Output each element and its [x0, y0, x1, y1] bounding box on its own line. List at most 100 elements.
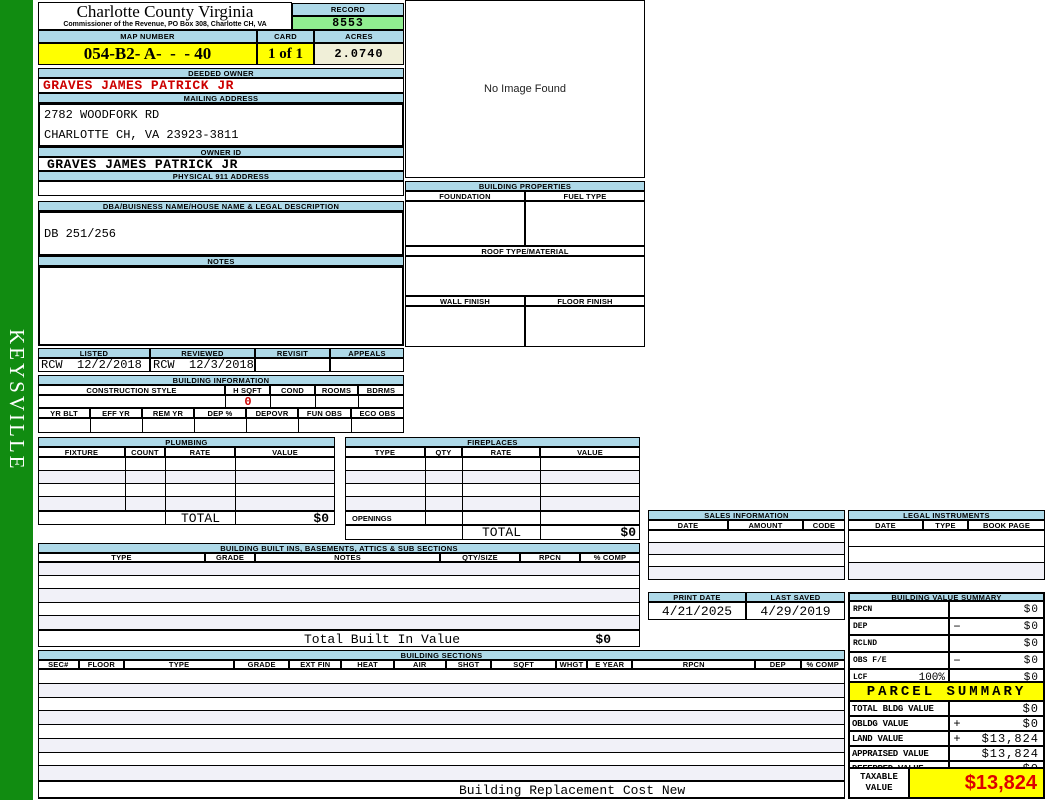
empty-row: [649, 567, 844, 580]
empty-row: [39, 471, 334, 485]
last-saved-header: LAST SAVED: [746, 592, 845, 602]
built-ins-comp-header: % COMP: [580, 553, 640, 562]
bsec-dep-header: DEP: [755, 660, 801, 669]
built-ins-body: [38, 562, 640, 630]
empty-row: [39, 576, 639, 590]
print-date-value: 4/21/2025: [648, 602, 746, 620]
empty-cell: [346, 526, 463, 539]
listed-value: RCW 12/2/2018: [38, 358, 150, 372]
fireplaces-total-row: TOTAL $0: [345, 525, 640, 540]
fireplaces-qty-header: QTY: [425, 447, 462, 457]
rooms-value: [316, 396, 359, 407]
county-name: Charlotte County Virginia: [76, 2, 254, 21]
bvs-rclnd-op: [950, 636, 964, 651]
listed-header: LISTED: [38, 348, 150, 358]
construction-style-value: [39, 396, 226, 407]
building-sections-column-headers: SEC# FLOOR TYPE GRADE EXT FIN HEAT AIR S…: [38, 660, 845, 669]
bsec-heat-header: HEAT: [341, 660, 394, 669]
construction-style-header: CONSTRUCTION STYLE: [38, 385, 225, 395]
plumbing-total-value: $0: [313, 510, 329, 526]
building-sections-footer-row: Building Replacement Cost New: [38, 781, 845, 799]
reviewed-value: RCW 12/3/2018: [150, 358, 255, 372]
empty-cell: [463, 512, 541, 524]
mailing-address-line2: CHARLOTTE CH, VA 23923-3811: [44, 128, 239, 142]
wall-finish-header: WALL FINISH: [405, 296, 525, 306]
commissioner-line: Commissioner of the Revenue, PO Box 308,…: [63, 21, 267, 28]
empty-row: [849, 531, 1044, 548]
empty-cell: [143, 419, 195, 432]
plumbing-total-label: TOTAL: [166, 511, 236, 526]
fireplaces-openings-label: OPENINGS: [346, 512, 426, 524]
physical-address-box: [38, 181, 404, 196]
ps-land-value: $13,824: [981, 731, 1039, 746]
built-ins-grade-header: GRADE: [205, 553, 255, 562]
ps-total-bldg-value: $0: [1022, 701, 1039, 716]
dep-pct-header: DEP %: [194, 408, 246, 418]
fuel-type-value: [525, 201, 645, 246]
sales-date-header: DATE: [648, 520, 728, 530]
ps-obldg-op: +: [953, 716, 961, 731]
district-label: KEYSVILLE: [5, 328, 29, 472]
plumbing-count-header: COUNT: [125, 447, 165, 457]
bsec-rpcn-header: RPCN: [632, 660, 756, 669]
ps-appraised-value: $13,824: [981, 746, 1039, 761]
fireplaces-total-value: $0: [620, 525, 636, 540]
floor-finish-header: FLOOR FINISH: [525, 296, 645, 306]
bvs-dep-label: DEP: [850, 619, 950, 634]
property-image-placeholder: No Image Found: [405, 0, 645, 178]
ps-row-appraised: APPRAISED VALUE $13,824: [848, 747, 1045, 762]
bvs-rpcn-label: RPCN: [850, 602, 950, 617]
building-properties-header: BUILDING PROPERTIES: [405, 181, 645, 191]
depovr-header: DEPOVR: [246, 408, 298, 418]
ps-obldg-value: $0: [1022, 716, 1039, 731]
ps-row-land: LAND VALUE + $13,824: [848, 732, 1045, 747]
empty-cell: [352, 419, 403, 432]
remyr-header: REM YR: [142, 408, 194, 418]
legal-description-value: DB 251/256: [44, 227, 117, 241]
fireplaces-body: [345, 457, 640, 511]
building-information-year-values: [38, 418, 404, 433]
bsec-comp-header: % COMP: [800, 660, 845, 669]
district-sidebar: KEYSVILLE: [0, 0, 33, 800]
bvs-row-obs: OBS F/E − $0: [848, 653, 1045, 670]
fuel-type-header: FUEL TYPE: [525, 191, 645, 201]
empty-row: [39, 589, 639, 603]
empty-row: [39, 766, 844, 780]
map-number-header: MAP NUMBER: [38, 30, 257, 43]
foundation-value: [405, 201, 525, 246]
empty-cell: [299, 419, 352, 432]
physical-address-header: PHYSICAL 911 ADDRESS: [38, 171, 404, 181]
empty-row: [649, 543, 844, 556]
plumbing-header: PLUMBING: [38, 437, 335, 447]
mailing-address-line1: 2782 WOODFORK RD: [44, 108, 160, 122]
empty-row: [39, 753, 844, 767]
card-value: 1 of 1: [257, 43, 314, 65]
ps-row-total-bldg: TOTAL BLDG VALUE $0: [848, 702, 1045, 717]
empty-row: [39, 683, 844, 698]
mailing-address-header: MAILING ADDRESS: [38, 93, 404, 103]
ps-appraised-label: APPRAISED VALUE: [850, 747, 950, 760]
bdrms-value: [359, 396, 403, 407]
bvs-obs-op: −: [953, 653, 961, 668]
empty-cell: [426, 512, 463, 524]
ecoobs-header: ECO OBS: [351, 408, 404, 418]
empty-row: [849, 563, 1044, 579]
reviewed-header: REVIEWED: [150, 348, 255, 358]
plumbing-total-row: TOTAL $0: [38, 510, 335, 526]
ps-appraised-op: [950, 747, 964, 760]
building-replacement-label: Building Replacement Cost New: [459, 783, 686, 798]
legal-bookpage-header: BOOK PAGE: [968, 520, 1045, 530]
empty-row: [39, 738, 844, 753]
fireplaces-type-header: TYPE: [345, 447, 425, 457]
map-number-value: 054-B2- A- - - 40: [38, 43, 257, 65]
effyr-header: EFF YR: [90, 408, 142, 418]
owner-id-header: OWNER ID: [38, 147, 404, 157]
legal-description-header: DBA/BUISNESS NAME/HOUSE NAME & LEGAL DES…: [38, 201, 404, 211]
sales-information-body: [648, 530, 845, 580]
county-title-box: Charlotte County Virginia Commissioner o…: [38, 2, 292, 30]
ps-land-op: +: [953, 731, 961, 746]
ps-total-bldg-op: [950, 702, 964, 715]
plumbing-fixture-header: FIXTURE: [38, 447, 125, 457]
notes-header: NOTES: [38, 256, 404, 266]
empty-row: [39, 497, 334, 511]
